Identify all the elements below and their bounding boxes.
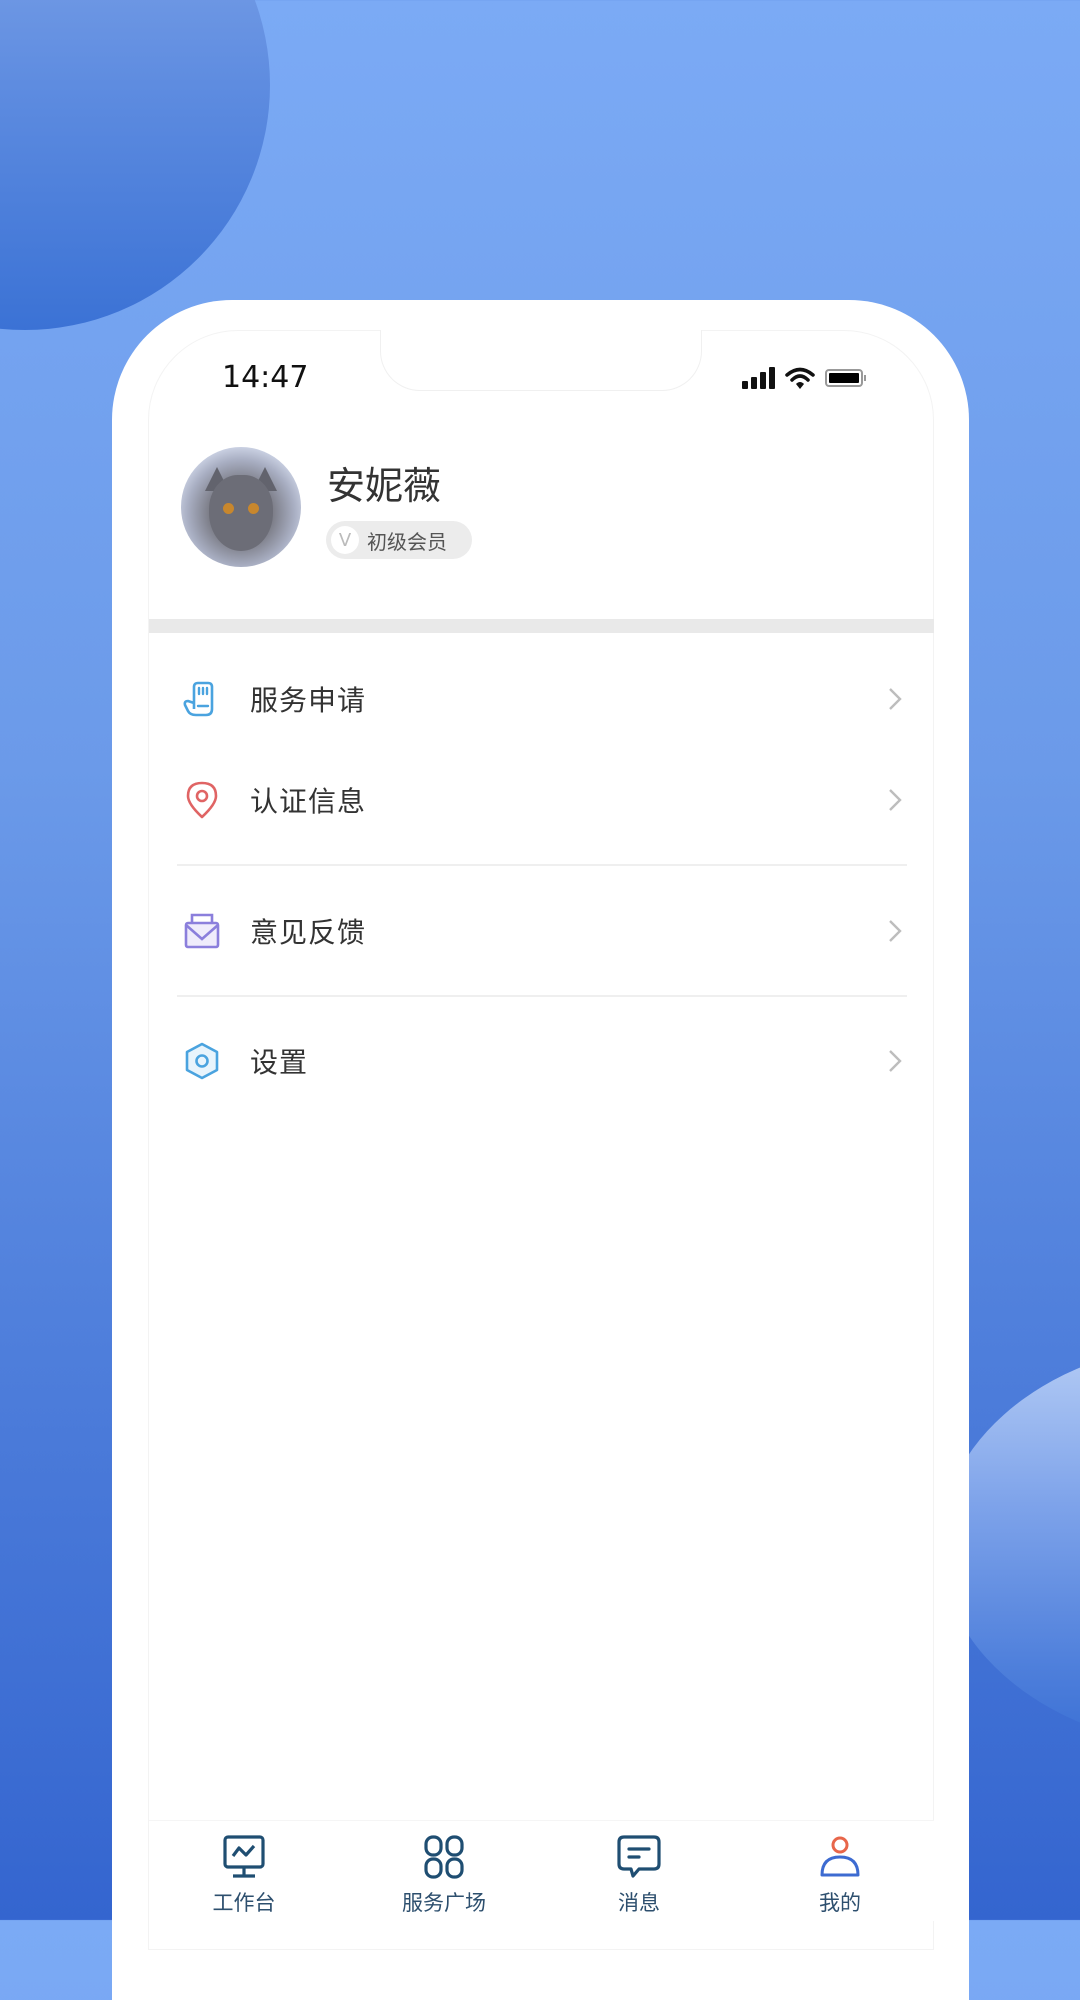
wifi-icon <box>785 367 815 389</box>
signal-icon <box>742 367 775 389</box>
user-name: 安妮薇 <box>327 464 442 508</box>
menu-item-settings[interactable]: 设置 <box>149 1021 934 1101</box>
menu-item-certification[interactable]: 认证信息 <box>149 760 934 840</box>
section-separator <box>149 619 934 633</box>
menu-label: 认证信息 <box>250 785 367 818</box>
chevron-right-icon <box>889 920 902 942</box>
tab-label: 消息 <box>618 1891 660 1915</box>
user-icon <box>820 1836 860 1877</box>
tab-bar: 工作台 服务广场 消息 我的 <box>149 1820 934 1921</box>
vip-icon: V <box>331 526 359 554</box>
message-icon <box>617 1835 661 1878</box>
chevron-right-icon <box>889 688 902 710</box>
phone-notch <box>380 330 702 391</box>
menu-item-service-apply[interactable]: 服务申请 <box>149 659 934 739</box>
grid-icon <box>424 1835 464 1879</box>
phone-screen <box>148 330 934 1950</box>
location-pin-icon <box>186 781 218 819</box>
chevron-right-icon <box>889 789 902 811</box>
status-time: 14:47 <box>222 360 309 395</box>
member-badge: V 初级会员 <box>326 521 472 559</box>
tab-label: 服务广场 <box>402 1891 486 1915</box>
tab-label: 我的 <box>819 1891 861 1915</box>
tab-messages[interactable]: 消息 <box>574 1821 704 1917</box>
hand-icon <box>183 681 214 717</box>
cat-eye <box>248 503 259 514</box>
cat-eye <box>223 503 234 514</box>
background-bubble <box>0 0 270 330</box>
chevron-right-icon <box>889 1050 902 1072</box>
menu-label: 设置 <box>250 1046 309 1079</box>
tab-label: 工作台 <box>212 1891 276 1915</box>
hexagon-settings-icon <box>185 1042 219 1080</box>
status-icons <box>742 366 866 390</box>
divider <box>177 995 907 997</box>
menu-label: 意见反馈 <box>250 916 367 949</box>
tab-service-square[interactable]: 服务广场 <box>379 1821 509 1917</box>
avatar[interactable] <box>181 447 301 567</box>
divider <box>177 864 907 866</box>
menu-item-feedback[interactable]: 意见反馈 <box>149 891 934 971</box>
menu-label: 服务申请 <box>250 684 367 717</box>
tab-mine[interactable]: 我的 <box>775 1821 905 1917</box>
battery-icon <box>825 369 866 387</box>
cat-face <box>209 475 273 551</box>
tab-workbench[interactable]: 工作台 <box>179 1821 309 1917</box>
envelope-icon <box>184 913 220 949</box>
member-level: 初级会员 <box>367 529 447 554</box>
monitor-chart-icon <box>223 1835 265 1878</box>
